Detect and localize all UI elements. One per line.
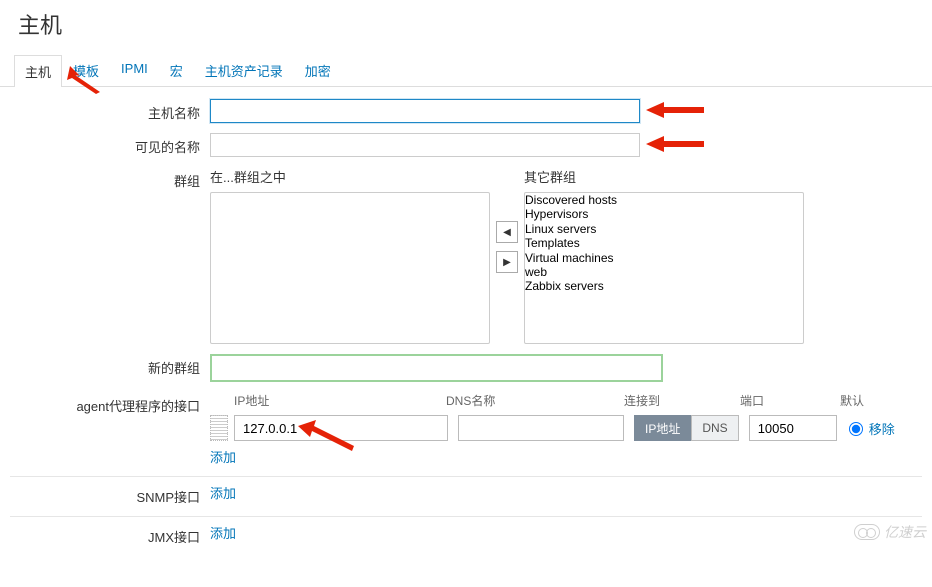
- label-agent-interface: agent代理程序的接口: [10, 392, 210, 415]
- list-item[interactable]: Zabbix servers: [525, 279, 803, 293]
- list-item[interactable]: Virtual machines: [525, 251, 803, 265]
- other-groups-listbox[interactable]: Discovered hostsHypervisorsLinux servers…: [524, 192, 804, 344]
- tab-ipmi[interactable]: IPMI: [110, 54, 159, 86]
- tab-host[interactable]: 主机: [14, 55, 62, 87]
- visible-name-input[interactable]: [210, 133, 640, 157]
- label-jmx-interface: JMX接口: [10, 523, 210, 546]
- iface-header-port: 端口: [740, 392, 840, 409]
- agent-dns-input[interactable]: [458, 415, 624, 441]
- iface-header-connect: 连接到: [624, 392, 740, 409]
- in-groups-listbox[interactable]: [210, 192, 490, 344]
- list-item[interactable]: Linux servers: [525, 222, 803, 236]
- connect-ip-button[interactable]: IP地址: [634, 415, 691, 441]
- label-visible-name: 可见的名称: [10, 133, 210, 156]
- page-title: 主机: [0, 0, 932, 54]
- other-groups-header: 其它群组: [524, 167, 804, 186]
- list-item[interactable]: Templates: [525, 236, 803, 250]
- add-snmp-interface-link[interactable]: 添加: [210, 483, 236, 502]
- list-item[interactable]: Discovered hosts: [525, 193, 803, 207]
- iface-header-default: 默认: [840, 392, 864, 409]
- label-groups: 群组: [10, 167, 210, 190]
- connect-dns-button[interactable]: DNS: [691, 415, 738, 441]
- label-snmp-interface: SNMP接口: [10, 483, 210, 506]
- move-left-button[interactable]: ◀: [496, 221, 518, 243]
- tab-inventory[interactable]: 主机资产记录: [194, 54, 294, 86]
- drag-handle-icon[interactable]: [210, 415, 228, 441]
- agent-port-input[interactable]: [749, 415, 837, 441]
- in-groups-header: 在...群组之中: [210, 167, 490, 186]
- arrow-annotation-icon: [646, 131, 706, 157]
- new-group-input[interactable]: [210, 354, 663, 382]
- iface-header-ip: IP地址: [210, 392, 446, 409]
- add-jmx-interface-link[interactable]: 添加: [210, 523, 236, 542]
- iface-header-dns: DNS名称: [446, 392, 624, 409]
- triangle-right-icon: ▶: [503, 257, 511, 268]
- arrow-annotation-icon: [646, 97, 706, 123]
- triangle-left-icon: ◀: [503, 227, 511, 238]
- label-hostname: 主机名称: [10, 99, 210, 122]
- tab-encryption[interactable]: 加密: [294, 54, 342, 86]
- hostname-input[interactable]: [210, 99, 640, 123]
- agent-ip-input[interactable]: [234, 415, 448, 441]
- add-agent-interface-link[interactable]: 添加: [210, 447, 236, 466]
- watermark-logo-icon: [854, 524, 880, 540]
- tab-template[interactable]: 模板: [62, 54, 110, 86]
- tab-macros[interactable]: 宏: [159, 54, 194, 86]
- watermark-text: 亿速云: [884, 522, 926, 542]
- move-right-button[interactable]: ▶: [496, 251, 518, 273]
- list-item[interactable]: Hypervisors: [525, 207, 803, 221]
- list-item[interactable]: web: [525, 265, 803, 279]
- tab-bar: 主机 模板 IPMI 宏 主机资产记录 加密: [0, 54, 932, 87]
- remove-interface-link[interactable]: 移除: [869, 419, 895, 438]
- watermark: 亿速云: [854, 522, 926, 542]
- label-new-group: 新的群组: [10, 354, 210, 377]
- agent-default-radio[interactable]: [849, 422, 863, 436]
